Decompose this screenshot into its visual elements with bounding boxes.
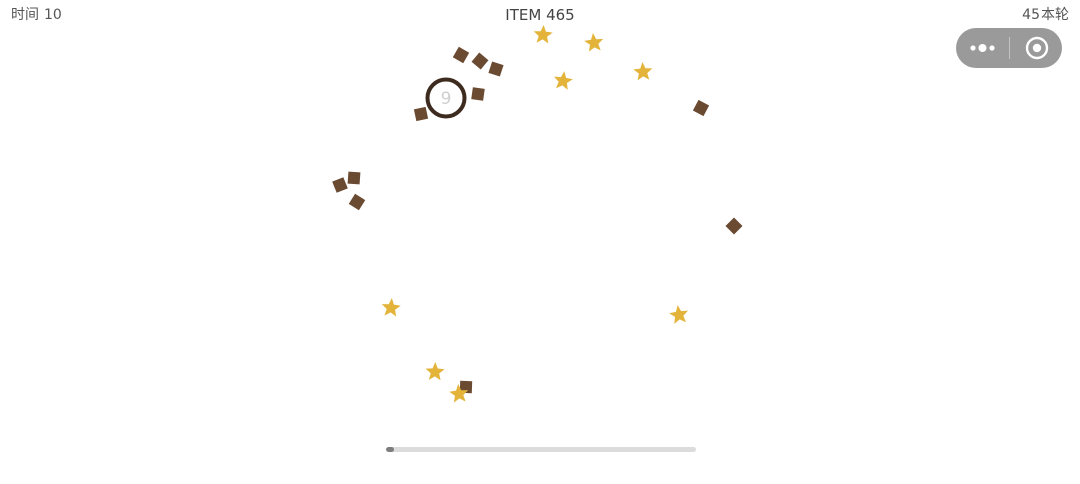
square-crate-icon[interactable] bbox=[488, 61, 504, 77]
star-icon[interactable] bbox=[668, 304, 689, 325]
square-crate-icon[interactable] bbox=[471, 52, 489, 70]
square-crate-icon[interactable] bbox=[332, 177, 348, 193]
star-icon[interactable] bbox=[533, 24, 553, 44]
square-crate-icon[interactable] bbox=[348, 193, 366, 211]
star-icon[interactable] bbox=[425, 362, 445, 381]
square-crate-icon[interactable] bbox=[725, 217, 743, 235]
game-stage[interactable]: 时间 10 ITEM 465 45 本轮 9 bbox=[0, 0, 1080, 484]
square-crate-icon[interactable] bbox=[471, 87, 485, 101]
square-crate-icon[interactable] bbox=[413, 106, 429, 122]
star-icon[interactable] bbox=[552, 70, 573, 91]
square-crate-icon[interactable] bbox=[692, 99, 710, 117]
star-icon[interactable] bbox=[381, 297, 402, 317]
square-crate-icon[interactable] bbox=[347, 171, 361, 185]
star-icon[interactable] bbox=[583, 32, 604, 52]
player-ring[interactable]: 9 bbox=[425, 77, 467, 119]
play-field: 9 bbox=[332, 24, 743, 403]
square-crate-icon[interactable] bbox=[452, 46, 470, 64]
player-number: 9 bbox=[441, 89, 452, 109]
star-icon[interactable] bbox=[633, 62, 653, 81]
progress-bar bbox=[386, 447, 696, 452]
progress-fill bbox=[386, 447, 394, 452]
